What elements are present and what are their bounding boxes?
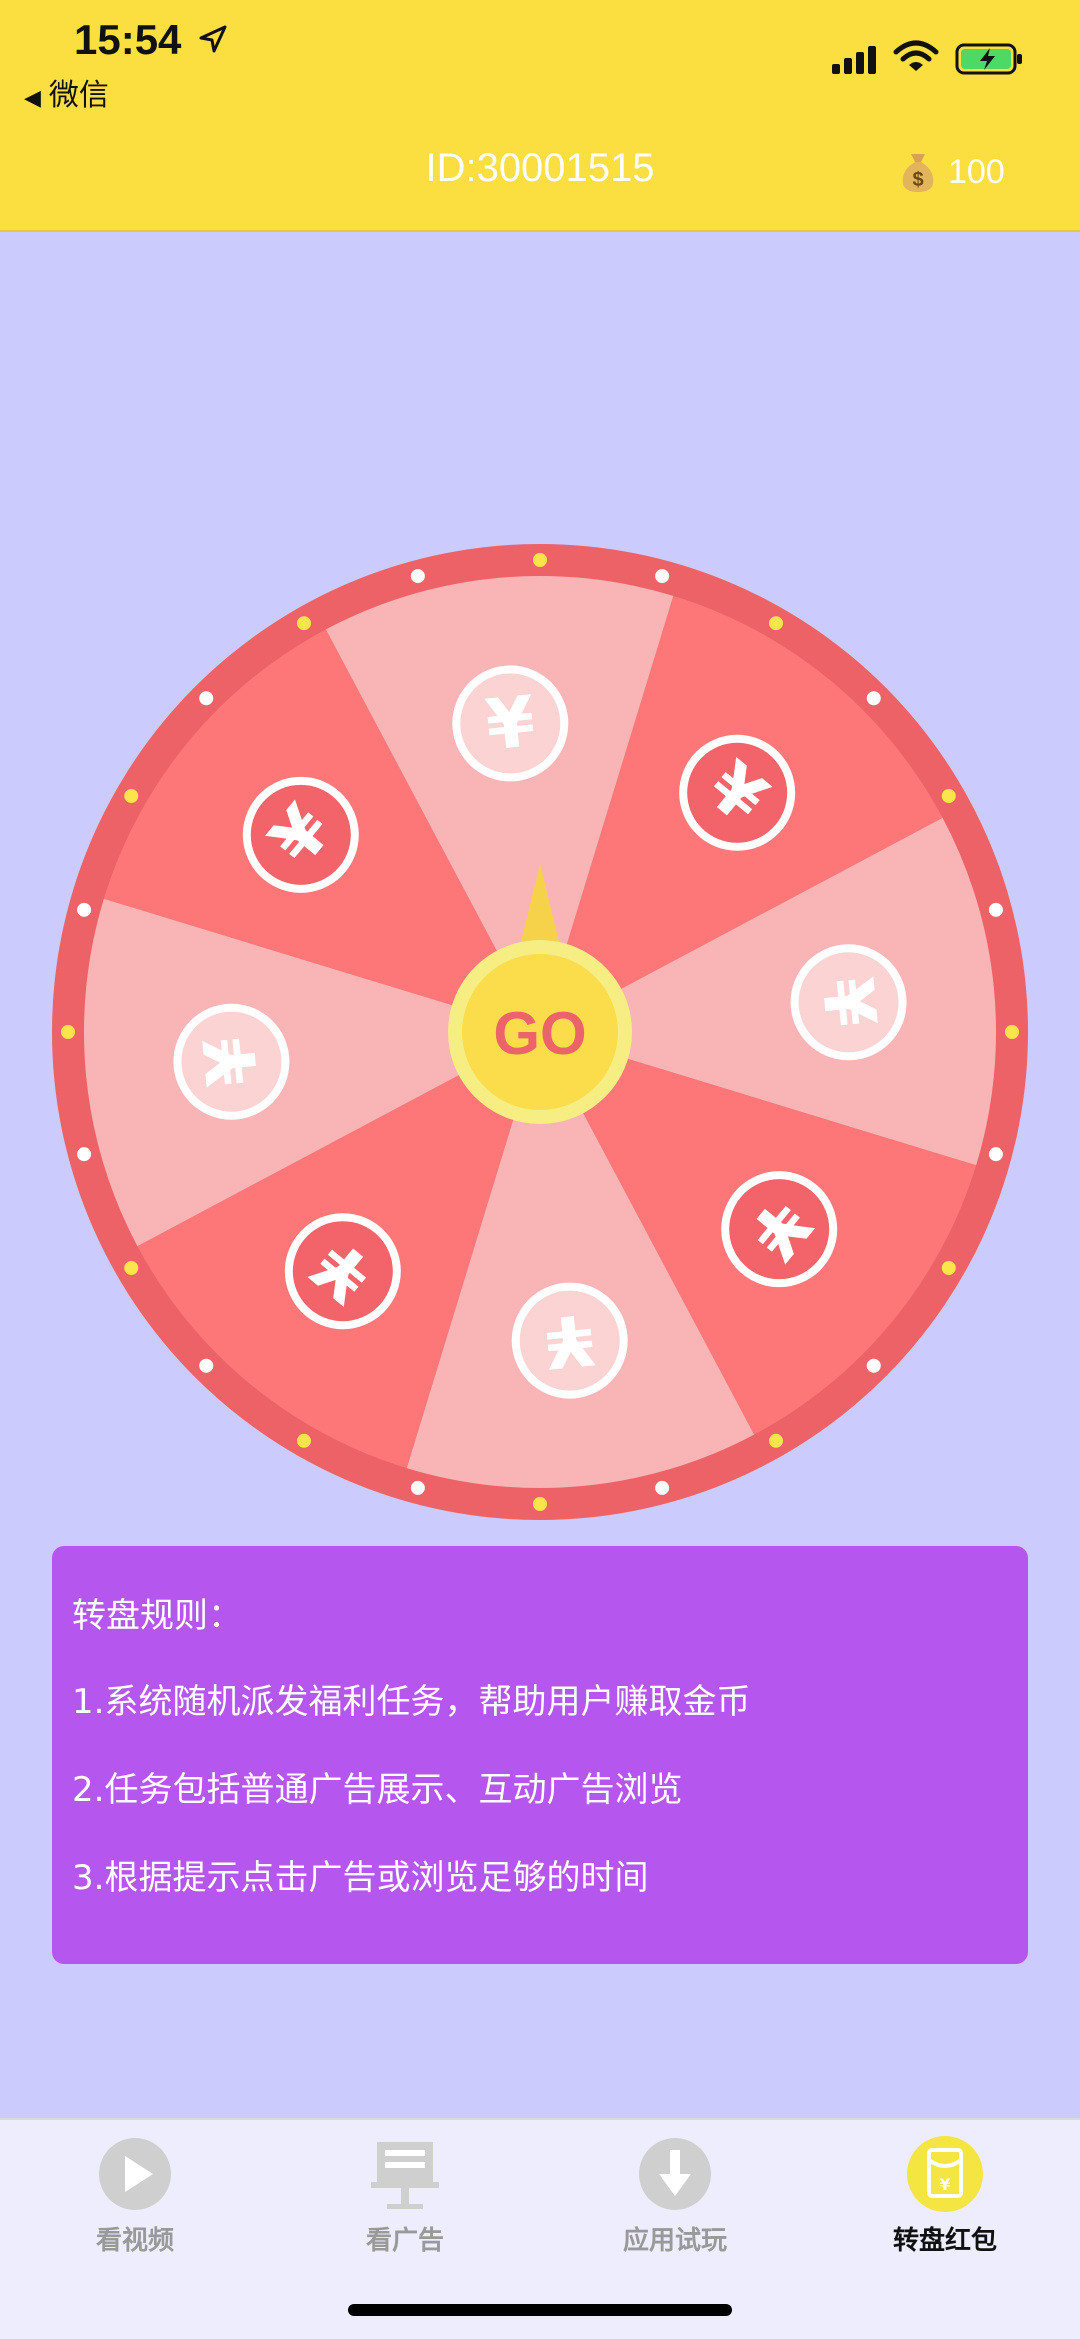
rim-light xyxy=(1005,1025,1019,1039)
wheel-graphic: ¥¥¥¥¥¥¥¥GO xyxy=(52,544,1028,1520)
rim-light xyxy=(769,616,783,631)
tab-app-trial[interactable]: 应用试玩 xyxy=(575,2136,775,2257)
tab-label: 转盘红包 xyxy=(892,2226,997,2256)
red-envelope-icon: ¥ xyxy=(907,2136,983,2212)
status-time: 15:54 xyxy=(74,16,182,63)
rim-light xyxy=(124,789,139,803)
rim-light xyxy=(297,616,311,631)
location-arrow-icon xyxy=(199,25,227,53)
rule-line-2: 2.任务包括普通广告展示、互动广告浏览 xyxy=(72,1770,683,1810)
rim-light xyxy=(61,1025,75,1039)
rim-light xyxy=(199,691,214,706)
svg-text:¥: ¥ xyxy=(939,2175,950,2194)
back-label: 微信 xyxy=(48,78,109,113)
rim-light xyxy=(655,1480,670,1495)
rim-light xyxy=(77,1147,92,1162)
yuan-icon: ¥ xyxy=(542,1297,598,1383)
rim-light xyxy=(866,691,881,706)
rules-panel: 转盘规则： 1.系统随机派发福利任务，帮助用户赚取金币 2.任务包括普通广告展示… xyxy=(52,1546,1028,1964)
rim-light xyxy=(410,569,425,584)
rim-light xyxy=(941,789,956,803)
rule-line-3: 3.根据提示点击广告或浏览足够的时间 xyxy=(72,1858,649,1898)
rim-light xyxy=(410,1480,425,1495)
home-indicator xyxy=(348,2304,732,2316)
yuan-icon: ¥ xyxy=(188,1033,274,1089)
wifi-icon xyxy=(893,40,939,71)
tab-label: 看广告 xyxy=(365,2226,444,2256)
tab-wheel-redpacket[interactable]: ¥ 转盘红包 xyxy=(845,2136,1045,2257)
yuan-icon: ¥ xyxy=(482,680,538,766)
battery-charging-icon xyxy=(955,43,1022,75)
cellular-signal-icon xyxy=(832,46,876,74)
rules-title: 转盘规则： xyxy=(72,1596,242,1636)
coin-balance: $ 100 xyxy=(898,150,1005,194)
lucky-wheel: ¥ ¥ ¥ ¥ ¥ ¥ ¥ ¥ GO xyxy=(50,542,1030,1522)
rim-light xyxy=(297,1433,311,1448)
rule-line-1: 1.系统随机派发福利任务，帮助用户赚取金币 xyxy=(72,1682,751,1722)
rim-light xyxy=(655,569,670,584)
tab-label: 应用试玩 xyxy=(622,2226,727,2256)
download-icon xyxy=(639,2138,711,2210)
play-icon xyxy=(99,2138,171,2210)
rim-light xyxy=(769,1433,783,1448)
rim-light xyxy=(941,1261,956,1275)
rim-light xyxy=(77,902,92,917)
rim-light xyxy=(988,902,1003,917)
rim-light xyxy=(124,1261,139,1275)
tab-watch-video[interactable]: 看视频 xyxy=(35,2136,235,2257)
go-button-label: GO xyxy=(493,1000,586,1067)
rim-light xyxy=(199,1358,214,1373)
svg-text:$: $ xyxy=(912,169,923,191)
coin-count: 100 xyxy=(948,152,1005,191)
rim-light xyxy=(866,1358,881,1373)
rim-light xyxy=(988,1147,1003,1162)
money-bag-icon: $ xyxy=(902,154,934,192)
tab-watch-ads[interactable]: 看广告 xyxy=(305,2136,505,2257)
rim-light xyxy=(533,553,547,567)
header-bar: 15:54 ◀ 微信 ID:30001515 $ 100 xyxy=(0,0,1080,232)
billboard-icon xyxy=(371,2142,439,2209)
back-to-wechat-link[interactable]: ◀ 微信 xyxy=(24,70,109,114)
back-triangle-icon: ◀ xyxy=(24,86,41,111)
tab-label: 看视频 xyxy=(95,2226,174,2256)
rim-light xyxy=(533,1497,547,1511)
yuan-icon: ¥ xyxy=(805,974,891,1030)
